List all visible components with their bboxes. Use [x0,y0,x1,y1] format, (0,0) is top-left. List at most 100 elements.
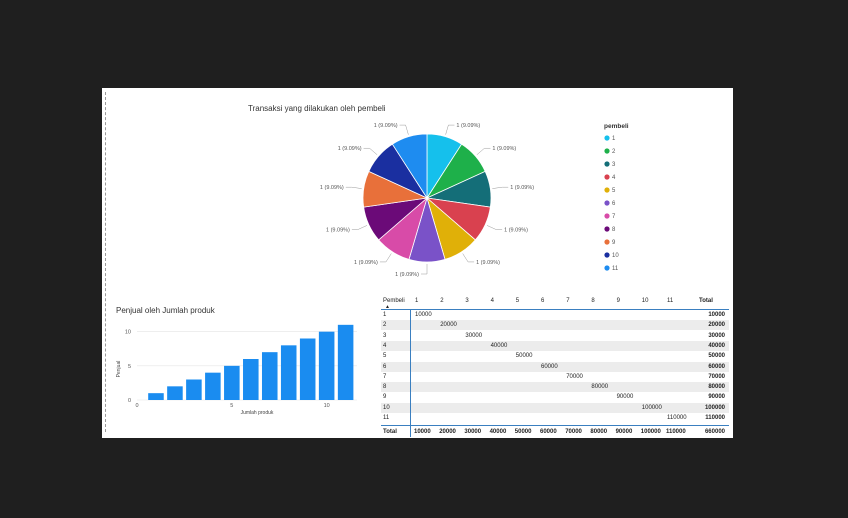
bar-6[interactable] [243,359,259,400]
matrix-row[interactable]: 5 50000 50000 [381,351,729,361]
matrix-row-label: 6 [383,363,387,370]
matrix-row-label: 4 [383,342,387,349]
pie-data-label: 1 (9.09%) [354,260,378,266]
legend-item-4[interactable]: 4 [612,175,616,181]
matrix-column-header: 1 [415,298,419,304]
matrix-row-total: 80000 [708,384,725,391]
matrix-total-header: Total [699,298,713,304]
legend-swatch-8 [604,226,610,232]
matrix-row-total: 30000 [708,332,725,339]
legend-item-5[interactable]: 5 [612,188,616,194]
matrix-cell-value: 40000 [490,342,508,349]
bar-8[interactable] [280,345,297,400]
bar-10[interactable] [318,331,335,400]
matrix-row[interactable]: 11 110000 110000 [381,413,729,423]
matrix-row[interactable]: 3 30000 30000 [381,331,729,341]
matrix-row[interactable]: 2 20000 20000 [381,320,729,331]
bar-x-tick-label: 0 [135,403,138,409]
matrix-row-total: 60000 [708,363,725,370]
matrix-cell-value: 10000 [415,312,432,318]
pie-leader-line [345,186,362,189]
pie-leader-line [379,253,392,263]
pie-data-label: 1 (9.09%) [395,272,419,278]
legend-item-9[interactable]: 9 [612,240,616,246]
legend-swatch-5 [604,187,610,193]
report-canvas: Transaksi yang dilakukan oleh pembeli 1 … [102,88,733,438]
pie-data-label: 1 (9.09%) [456,123,480,129]
matrix-grand-total: 660000 [704,429,725,435]
matrix-cell-value: 90000 [616,394,634,401]
matrix-row[interactable]: 7 70000 70000 [381,372,729,382]
bar-3[interactable] [186,379,202,401]
matrix-table[interactable]: Pembeli ▲ 1 2 3 4 5 6 7 8 9 10 11 Total 1 10000 1000… [381,295,729,437]
matrix-row-label: 7 [383,373,387,380]
legend-item-8[interactable]: 8 [612,227,616,233]
matrix-cell-value: 70000 [566,373,583,380]
pie-data-label: 1 (9.09%) [476,260,500,266]
legend-item-2[interactable]: 2 [612,149,616,155]
pie-data-label: 1 (9.09%) [320,185,344,191]
matrix-column-total: 60000 [540,429,557,435]
matrix-row-label: 3 [383,332,387,339]
bar-9[interactable] [299,338,316,401]
matrix-row-label: 9 [383,394,387,401]
matrix-cell-value: 60000 [541,363,558,370]
matrix-row[interactable]: 6 60000 60000 [381,361,729,372]
matrix-cell-value: 20000 [440,322,457,329]
bar-1[interactable] [148,393,164,400]
bar-y-tick-label: 5 [128,364,131,370]
matrix-column-header: 7 [566,298,570,304]
legend-swatch-11 [604,265,610,271]
bar-x-tick-label: 5 [230,403,233,409]
pie-leader-line [445,124,455,135]
legend-item-10[interactable]: 10 [612,253,619,259]
pie-leader-line [492,186,509,189]
legend-item-1[interactable]: 1 [612,136,616,142]
legend-swatch-3 [604,161,610,167]
matrix-column-header: 4 [490,298,494,304]
legend-item-7[interactable]: 7 [612,214,616,220]
matrix-row-total: 110000 [705,415,725,421]
matrix-row-label: 2 [383,322,387,329]
bar-7[interactable] [261,352,278,400]
matrix-row[interactable]: 1 10000 10000 [381,310,729,320]
matrix-row[interactable]: 8 80000 80000 [381,382,729,393]
legend-swatch-9 [604,239,610,245]
bar-5[interactable] [224,365,240,400]
legend-item-3[interactable]: 3 [612,162,616,168]
legend-swatch-1 [604,135,610,141]
matrix-column-total: 30000 [464,429,482,435]
bar-x-tick-label: 10 [324,403,330,409]
pie-leader-line [421,264,428,275]
matrix-row[interactable]: 9 90000 90000 [381,392,729,402]
matrix-column-total: 80000 [590,429,608,435]
bar-4[interactable] [205,372,221,400]
legend-item-6[interactable]: 6 [612,201,616,207]
matrix-row[interactable]: 10 100000 100000 [381,402,729,413]
bar-y-tick-label: 10 [125,330,131,336]
pie-leader-line [399,124,409,135]
matrix-column-total: 20000 [439,429,456,435]
bar-11[interactable] [337,324,354,400]
matrix-row[interactable]: 4 40000 40000 [381,340,729,351]
bar-2[interactable] [167,386,183,400]
matrix-column-total: 90000 [615,429,633,435]
pie-chart[interactable]: 1 (9.09%) 1 (9.09%) 1 (9.09%) 1 (9.09%) 1 (9… [102,88,733,288]
legend-swatch-4 [604,174,610,180]
legend-swatch-10 [604,252,610,258]
matrix-row-total: 10000 [708,312,725,318]
pie-leader-line [476,147,491,155]
matrix-column-total: 110000 [666,429,686,435]
legend-swatch-6 [604,200,610,206]
matrix-column-total: 100000 [640,429,661,435]
matrix-row-total: 20000 [708,322,725,329]
matrix-row-divider [410,309,411,437]
pie-data-label: 1 (9.09%) [326,228,350,234]
matrix-row-total: 90000 [708,394,725,401]
legend-item-11[interactable]: 11 [612,266,619,272]
pie-leader-line [462,253,475,263]
matrix-cell-value: 110000 [667,415,687,421]
bar-chart[interactable]: 0 5 10 0 5 10 Jumlah produk Penjual [102,318,362,438]
legend-swatch-7 [604,213,610,219]
matrix-column-header: 9 [616,298,620,304]
